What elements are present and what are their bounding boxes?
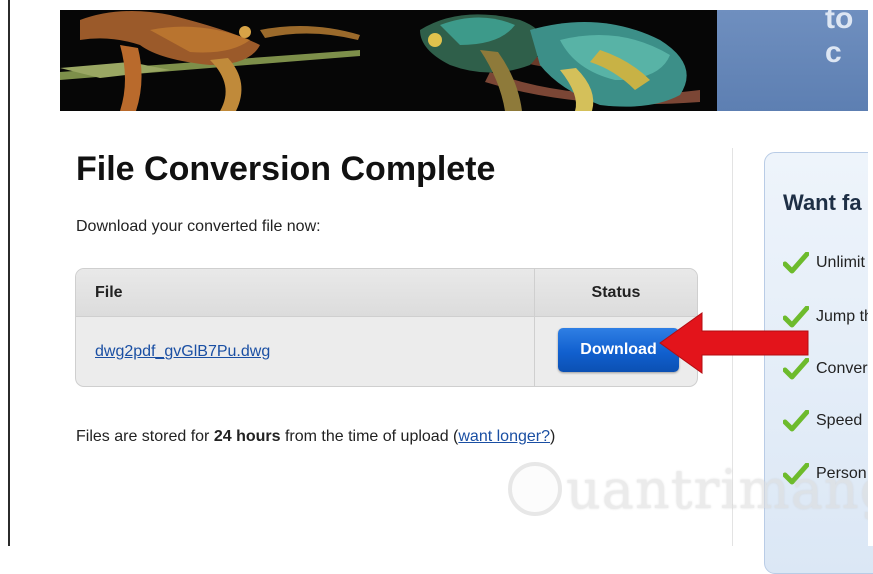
check-icon <box>783 252 809 274</box>
lightbulb-icon <box>508 462 562 516</box>
window-left-border <box>8 0 10 546</box>
banner-side-panel: to c <box>717 10 873 111</box>
storage-note-middle: from the time of upload ( <box>280 428 459 445</box>
red-arrow-icon <box>659 312 809 374</box>
storage-duration: 24 hours <box>213 428 281 445</box>
want-longer-link[interactable]: want longer? <box>458 428 550 445</box>
feature-label: Unlimit <box>816 254 865 271</box>
converted-file-link[interactable]: dwg2pdf_gvGlB7Pu.dwg <box>95 343 270 361</box>
column-header-status: Status <box>591 284 641 301</box>
storage-note-suffix: ) <box>550 428 556 445</box>
hero-banner: to c <box>60 10 873 111</box>
chameleon-photo <box>60 10 717 111</box>
feature-label: Speed <box>816 412 863 429</box>
file-table: File Status dwg2pdf_gvGlB7Pu.dwg Downloa… <box>75 268 698 387</box>
check-icon <box>783 410 809 432</box>
page-subtitle: Download your converted file now: <box>76 218 321 235</box>
storage-note-prefix: Files are stored for <box>76 428 214 445</box>
watermark: uantrimang <box>508 458 873 528</box>
page-top-margin <box>0 0 873 10</box>
feature-label: Conver <box>816 360 868 377</box>
watermark-text: uantrimang <box>566 458 873 521</box>
upgrade-panel-title: Want fa <box>783 190 862 215</box>
page-right-edge <box>868 0 873 546</box>
storage-note: Files are stored for 24 hours from the t… <box>76 428 555 446</box>
page-title: File Conversion Complete <box>76 150 496 188</box>
banner-text: to c <box>825 10 854 69</box>
column-header-file: File <box>95 284 123 301</box>
feature-label: Jump th <box>816 308 873 325</box>
